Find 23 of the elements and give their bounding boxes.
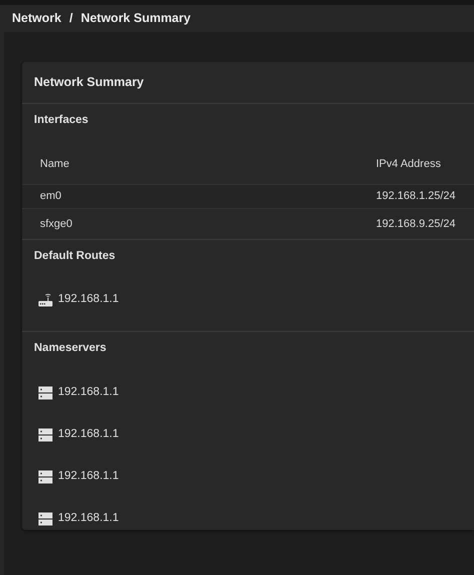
table-cell-text: 192.168.1.25/24: [376, 189, 456, 204]
table-cell-text: sfxge0: [40, 216, 72, 232]
ip-address: 192.168.1.1: [58, 292, 119, 308]
card-title: Network Summary: [34, 74, 144, 92]
table-cell-text: 192.168.9.25/24: [376, 216, 456, 232]
column-header: Name: [40, 156, 70, 172]
breadcrumb-item[interactable]: Network: [12, 9, 62, 28]
column-header: IPv4 Address: [376, 156, 441, 172]
section-heading: Default Routes: [34, 249, 116, 264]
server-icon: [38, 428, 53, 442]
section-heading: Interfaces: [34, 113, 88, 128]
table-cell-text: em0: [40, 189, 62, 204]
breadcrumb-item: Network Summary: [80, 10, 191, 28]
ip-address: 192.168.1.1: [58, 385, 119, 400]
server-icon: [38, 470, 53, 484]
router-icon: [38, 293, 53, 307]
server-icon: [38, 386, 53, 400]
section-heading: Nameservers: [34, 341, 106, 356]
breadcrumb-separator: /: [69, 10, 73, 28]
ip-address: 192.168.1.1: [58, 469, 119, 484]
ip-address: 192.168.1.1: [58, 427, 119, 442]
ip-address: 192.168.1.1: [58, 511, 119, 526]
server-icon: [38, 512, 53, 526]
